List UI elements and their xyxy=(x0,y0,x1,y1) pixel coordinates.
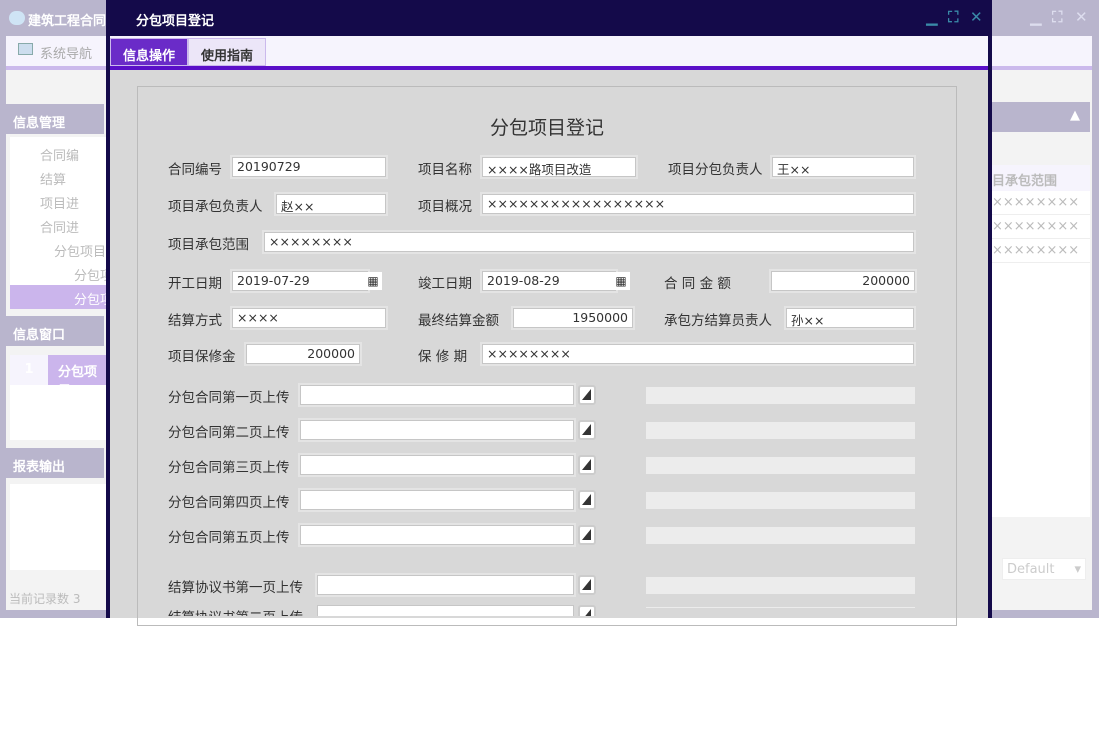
app-logo-icon xyxy=(9,11,25,25)
section-info-management[interactable]: 信息管理 xyxy=(6,104,104,134)
tab-info-operation[interactable]: 信息操作 xyxy=(110,38,188,66)
modal-tabs: 信息操作 使用指南 xyxy=(110,36,988,66)
contract-no-label: 合同编号 xyxy=(168,158,222,178)
project-name-input[interactable]: ××××路项目改造 xyxy=(482,157,636,177)
contract-manager-label: 项目承包负责人 xyxy=(168,195,263,215)
monitor-icon xyxy=(18,43,33,55)
grid-header: 目承包范围 xyxy=(992,165,1090,191)
page-size-value: Default xyxy=(1007,562,1055,577)
section-report-output[interactable]: 报表输出 xyxy=(6,448,104,478)
end-date-label: 竣工日期 xyxy=(418,272,472,292)
upload-input[interactable] xyxy=(300,525,574,545)
start-date-label: 开工日期 xyxy=(168,272,222,292)
tree-item[interactable]: 合同进 xyxy=(10,213,106,237)
upload-browse-icon[interactable] xyxy=(578,420,596,440)
upload-browse-icon[interactable] xyxy=(578,385,596,405)
scope-label: 项目承包范围 xyxy=(168,233,249,253)
upload-label: 分包合同第五页上传 xyxy=(168,526,290,546)
section-info-window[interactable]: 信息窗口 xyxy=(6,316,104,346)
contract-no-input[interactable]: 20190729 xyxy=(232,157,386,177)
report-list xyxy=(10,484,106,570)
upload-label: 分包合同第一页上传 xyxy=(168,386,290,406)
table-row[interactable]: ×××××××× xyxy=(992,191,1090,215)
tree-item-selected[interactable]: 分包项 xyxy=(10,285,106,309)
modal-title: 分包项目登记 xyxy=(136,10,214,29)
calendar-icon[interactable]: ▦ xyxy=(364,272,382,290)
overview-label: 项目概况 xyxy=(418,195,472,215)
end-date-input[interactable]: 2019-08-29 xyxy=(482,271,616,291)
upload-label: 分包合同第三页上传 xyxy=(168,456,290,476)
amount-input[interactable]: 200000 xyxy=(771,271,915,291)
upload-preview xyxy=(646,422,915,439)
upload-label: 结算协议书第一页上传 xyxy=(168,576,303,596)
grid-panel: ▲ 目承包范围 ×××××××× ×××××××× ×××××××× Defau… xyxy=(992,70,1092,610)
contract-manager-input[interactable]: 赵×× xyxy=(276,194,386,214)
settle-manager-input[interactable]: 孙×× xyxy=(786,308,914,328)
final-amount-label: 最终结算金额 xyxy=(418,309,499,329)
final-amount-input[interactable]: 1950000 xyxy=(513,308,633,328)
upload-preview xyxy=(646,577,915,594)
window-row[interactable]: 1 分包项目 xyxy=(10,355,106,385)
tree-item[interactable]: 合同编 xyxy=(10,141,106,165)
settle-method-input[interactable]: ×××× xyxy=(232,308,386,328)
table-row[interactable]: ×××××××× xyxy=(992,215,1090,239)
upload-browse-icon[interactable] xyxy=(578,525,596,545)
tree: 合同编 结算 项目进 合同进 分包项目 分包项 分包项 xyxy=(10,137,106,307)
close-button[interactable]: ✕ xyxy=(970,8,983,26)
grid-body: ×××××××× ×××××××× ×××××××× xyxy=(992,191,1090,517)
upload-label: 分包合同第二页上传 xyxy=(168,421,290,441)
app-close-button[interactable]: ✕ xyxy=(1075,8,1088,26)
upload-input[interactable] xyxy=(300,385,574,405)
app-restore-button[interactable]: ⛶ xyxy=(1052,8,1063,26)
upload-preview xyxy=(646,527,915,544)
upload-browse-icon[interactable] xyxy=(578,575,596,595)
overview-input[interactable]: ××××××××××××××××× xyxy=(482,194,914,214)
scope-input[interactable]: ×××××××× xyxy=(264,232,914,252)
settle-method-label: 结算方式 xyxy=(168,309,222,329)
table-row[interactable]: ×××××××× xyxy=(992,239,1090,263)
form-title: 分包项目登记 xyxy=(138,113,956,140)
maximize-button[interactable]: ⛶ xyxy=(948,8,959,26)
tree-folder[interactable]: 分包项目 xyxy=(10,237,106,261)
sub-manager-label: 项目分包负责人 xyxy=(668,158,763,178)
settle-manager-label: 承包方结算员责人 xyxy=(664,309,772,329)
window-list xyxy=(10,385,106,440)
upload-preview xyxy=(646,492,915,509)
tree-item[interactable]: 分包项 xyxy=(10,261,106,285)
tree-item[interactable]: 结算 xyxy=(10,165,106,189)
app-title: 建筑工程合同 xyxy=(28,10,106,29)
row-index: 1 xyxy=(10,355,48,385)
tab-user-guide[interactable]: 使用指南 xyxy=(188,38,266,66)
warranty-deposit-label: 项目保修金 xyxy=(168,345,236,365)
amount-label: 合 同 金 额 xyxy=(664,272,731,292)
upload-input[interactable] xyxy=(317,575,574,595)
sub-manager-input[interactable]: 王×× xyxy=(772,157,914,177)
page-size-select[interactable]: Default ▾ xyxy=(1002,558,1086,580)
upload-browse-icon[interactable] xyxy=(578,455,596,475)
warranty-deposit-input[interactable]: 200000 xyxy=(246,344,360,364)
collapse-icon[interactable]: ▲ xyxy=(992,102,1090,132)
upload-preview xyxy=(646,387,915,404)
warranty-period-label: 保 修 期 xyxy=(418,345,467,365)
tree-item[interactable]: 项目进 xyxy=(10,189,106,213)
upload-input[interactable] xyxy=(300,420,574,440)
warranty-period-input[interactable]: ×××××××× xyxy=(482,344,914,364)
upload-browse-icon[interactable] xyxy=(578,490,596,510)
upload-input[interactable] xyxy=(300,455,574,475)
upload-input[interactable] xyxy=(300,490,574,510)
chevron-down-icon: ▾ xyxy=(1074,562,1081,577)
calendar-icon[interactable]: ▦ xyxy=(612,272,630,290)
upload-preview xyxy=(646,457,915,474)
app-minimize-button[interactable]: ▁ xyxy=(1030,8,1042,26)
project-name-label: 项目名称 xyxy=(418,158,472,178)
record-count: 当前记录数 3 xyxy=(9,590,80,607)
minimize-button[interactable]: ▁ xyxy=(926,8,938,26)
tab-system-nav[interactable]: 系统导航 xyxy=(40,43,92,62)
start-date-input[interactable]: 2019-07-29 xyxy=(232,271,368,291)
upload-label: 分包合同第四页上传 xyxy=(168,491,290,511)
